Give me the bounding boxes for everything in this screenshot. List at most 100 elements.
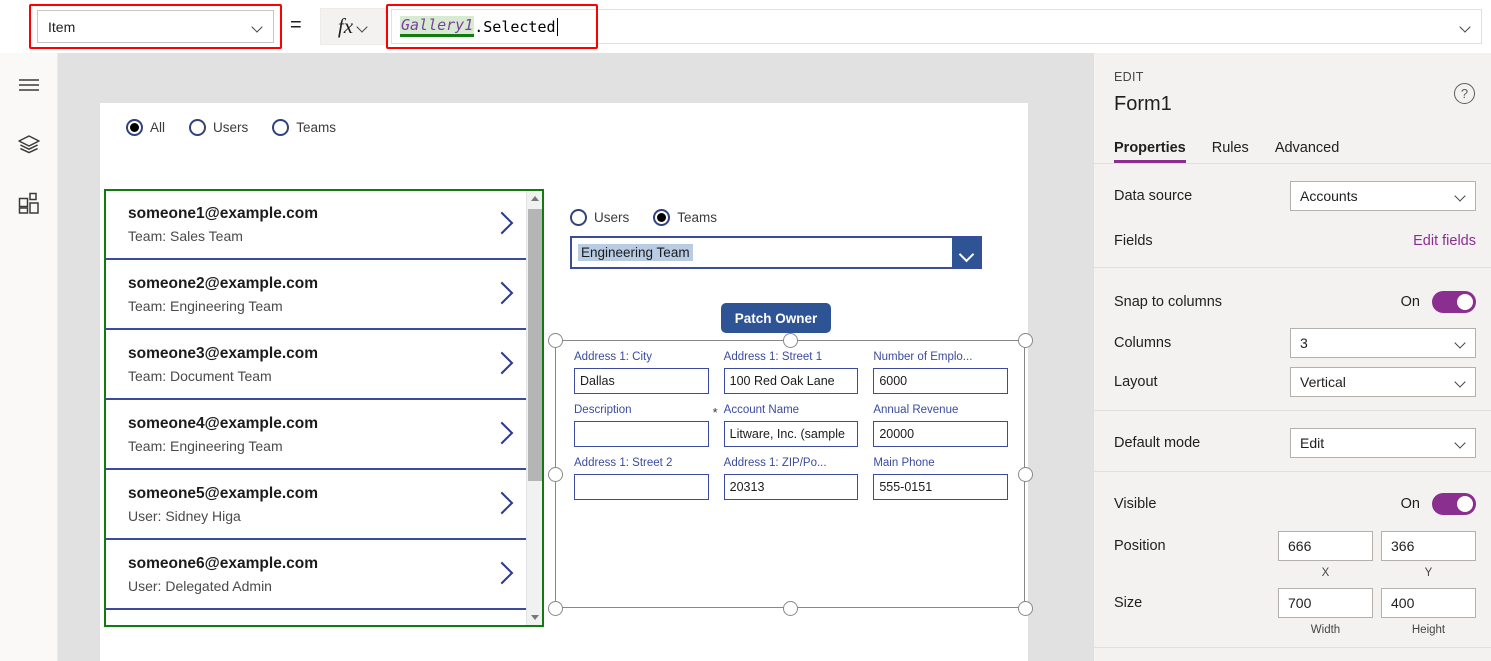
radio-label: Users (213, 120, 249, 135)
row-layout: Layout Vertical (1094, 367, 1491, 397)
radio-label: All (150, 120, 166, 135)
list-item[interactable]: someone3@example.com Team: Document Team (106, 330, 528, 400)
property-dropdown[interactable]: Item (37, 10, 274, 43)
size-height-caption: Height (1411, 624, 1446, 636)
edit-form-control[interactable]: Address 1: City Dallas Address 1: Street… (555, 340, 1025, 608)
chevron-right-icon[interactable] (494, 211, 510, 237)
field-input[interactable]: 100 Red Oak Lane (723, 368, 859, 394)
position-y-input[interactable]: 366 (1381, 531, 1476, 561)
owner-combobox[interactable]: Engineering Team (570, 236, 982, 269)
list-item-text: someone2@example.com Team: Engineering T… (128, 273, 494, 316)
tab-advanced[interactable]: Advanced (1275, 140, 1340, 163)
data-source-select[interactable]: Accounts (1290, 181, 1476, 211)
scroll-down-arrow-icon[interactable] (531, 615, 539, 620)
gallery-control[interactable]: someone1@example.com Team: Sales Team so… (104, 189, 544, 627)
radio-option-all[interactable]: All (126, 119, 165, 136)
list-item[interactable]: someone1@example.com Team: Sales Team (106, 191, 528, 260)
data-source-value: Accounts (1300, 188, 1358, 204)
chevron-right-icon[interactable] (494, 561, 510, 587)
form-field-number-of-employees: Number of Emplo... 6000 (873, 351, 1008, 394)
resize-handle-top-right[interactable] (1018, 333, 1033, 348)
radio-option-teams[interactable]: Teams (272, 119, 336, 136)
chevron-right-icon[interactable] (494, 281, 510, 307)
edit-fields-link[interactable]: Edit fields (1413, 233, 1476, 249)
gallery-scrollbar[interactable] (526, 191, 542, 625)
size-label: Size (1114, 595, 1143, 611)
columns-select[interactable]: 3 (1290, 328, 1476, 358)
tree-view-icon[interactable] (14, 129, 44, 159)
divider (1094, 471, 1491, 472)
chevron-down-icon[interactable] (1461, 22, 1471, 32)
field-input[interactable] (574, 421, 709, 447)
chevron-right-icon[interactable] (494, 421, 510, 447)
fx-button[interactable]: fx (320, 8, 386, 45)
tab-properties[interactable]: Properties (1114, 140, 1186, 163)
resize-handle-middle-right[interactable] (1018, 467, 1033, 482)
scroll-up-arrow-icon[interactable] (531, 196, 539, 201)
divider (1094, 267, 1491, 268)
field-input[interactable]: Dallas (574, 368, 709, 394)
radio-indicator-icon (126, 119, 143, 136)
help-icon[interactable]: ? (1454, 83, 1475, 104)
list-item-title: someone1@example.com (128, 204, 318, 222)
field-input[interactable]: 20000 (873, 421, 1008, 447)
radio-option-users-owner[interactable]: Users (570, 209, 629, 226)
list-item-text: someone3@example.com Team: Document Team (128, 343, 494, 386)
list-item[interactable]: someone6@example.com User: Delegated Adm… (106, 540, 528, 610)
list-item[interactable]: someone2@example.com Team: Engineering T… (106, 260, 528, 330)
field-label: Annual Revenue (873, 404, 959, 416)
row-position-captions: X Y (1094, 565, 1491, 581)
size-height-input[interactable]: 400 (1381, 588, 1476, 618)
tab-rules[interactable]: Rules (1212, 140, 1249, 163)
fx-icon: fx (337, 14, 354, 38)
radio-option-users[interactable]: Users (189, 119, 248, 136)
field-input[interactable]: 555-0151 (873, 474, 1008, 500)
radio-option-teams-owner[interactable]: Teams (653, 209, 717, 226)
form-fields-grid: Address 1: City Dallas Address 1: Street… (574, 351, 1008, 500)
panel-title: Form1 (1114, 93, 1172, 115)
form-field-address1-street1: Address 1: Street 1 100 Red Oak Lane (723, 351, 859, 394)
default-mode-select[interactable]: Edit (1290, 428, 1476, 458)
field-input[interactable]: 20313 (723, 474, 859, 500)
position-x-input[interactable]: 666 (1278, 531, 1373, 561)
position-label: Position (1114, 538, 1166, 554)
radio-indicator-icon (189, 119, 207, 136)
resize-handle-top-left[interactable] (548, 333, 563, 348)
field-input[interactable]: Litware, Inc. (sample (723, 421, 859, 447)
list-item[interactable]: someone5@example.com User: Sidney Higa (106, 470, 528, 540)
field-input[interactable] (574, 474, 709, 500)
visible-state: On (1400, 496, 1420, 512)
size-width-input[interactable]: 700 (1278, 588, 1373, 618)
list-item-subtitle: Team: Engineering Team (128, 437, 283, 454)
resize-handle-middle-left[interactable] (548, 467, 563, 482)
field-input[interactable]: 6000 (873, 368, 1008, 394)
radio-group-filter: All Users Teams (126, 119, 360, 136)
combobox-dropdown-button[interactable] (952, 238, 980, 267)
app-canvas: All Users Teams someone1@example.com Tea… (100, 103, 1033, 661)
list-item-text: someone1@example.com Team: Sales Team (128, 203, 494, 246)
row-fields: Fields Edit fields (1094, 228, 1491, 254)
scrollbar-thumb[interactable] (528, 209, 542, 481)
field-label: Address 1: ZIP/Po... (723, 457, 827, 469)
radio-indicator-icon (653, 209, 671, 226)
columns-value: 3 (1300, 335, 1308, 351)
patch-owner-button[interactable]: Patch Owner (721, 303, 831, 333)
insert-icon[interactable] (14, 188, 44, 218)
list-item[interactable]: someone4@example.com Team: Engineering T… (106, 400, 528, 470)
resize-handle-top-center[interactable] (783, 333, 798, 348)
chevron-right-icon[interactable] (494, 351, 510, 377)
resize-handle-bottom-center[interactable] (783, 601, 798, 616)
formula-identifier-token: Gallery1 (400, 16, 475, 37)
formula-input[interactable]: Gallery1 .Selected (391, 9, 1482, 44)
chevron-down-icon (1456, 338, 1466, 348)
resize-handle-bottom-right[interactable] (1018, 601, 1033, 616)
snap-to-columns-toggle-wrap: On (1401, 291, 1476, 313)
form-field-account-name: * Account Name Litware, Inc. (sample (713, 404, 859, 447)
hamburger-menu-icon[interactable] (14, 70, 44, 100)
resize-handle-bottom-left[interactable] (548, 601, 563, 616)
snap-to-columns-toggle[interactable] (1432, 291, 1476, 313)
field-label: Description (574, 404, 632, 416)
chevron-right-icon[interactable] (494, 491, 510, 517)
visible-toggle[interactable] (1432, 493, 1476, 515)
layout-select[interactable]: Vertical (1290, 367, 1476, 397)
